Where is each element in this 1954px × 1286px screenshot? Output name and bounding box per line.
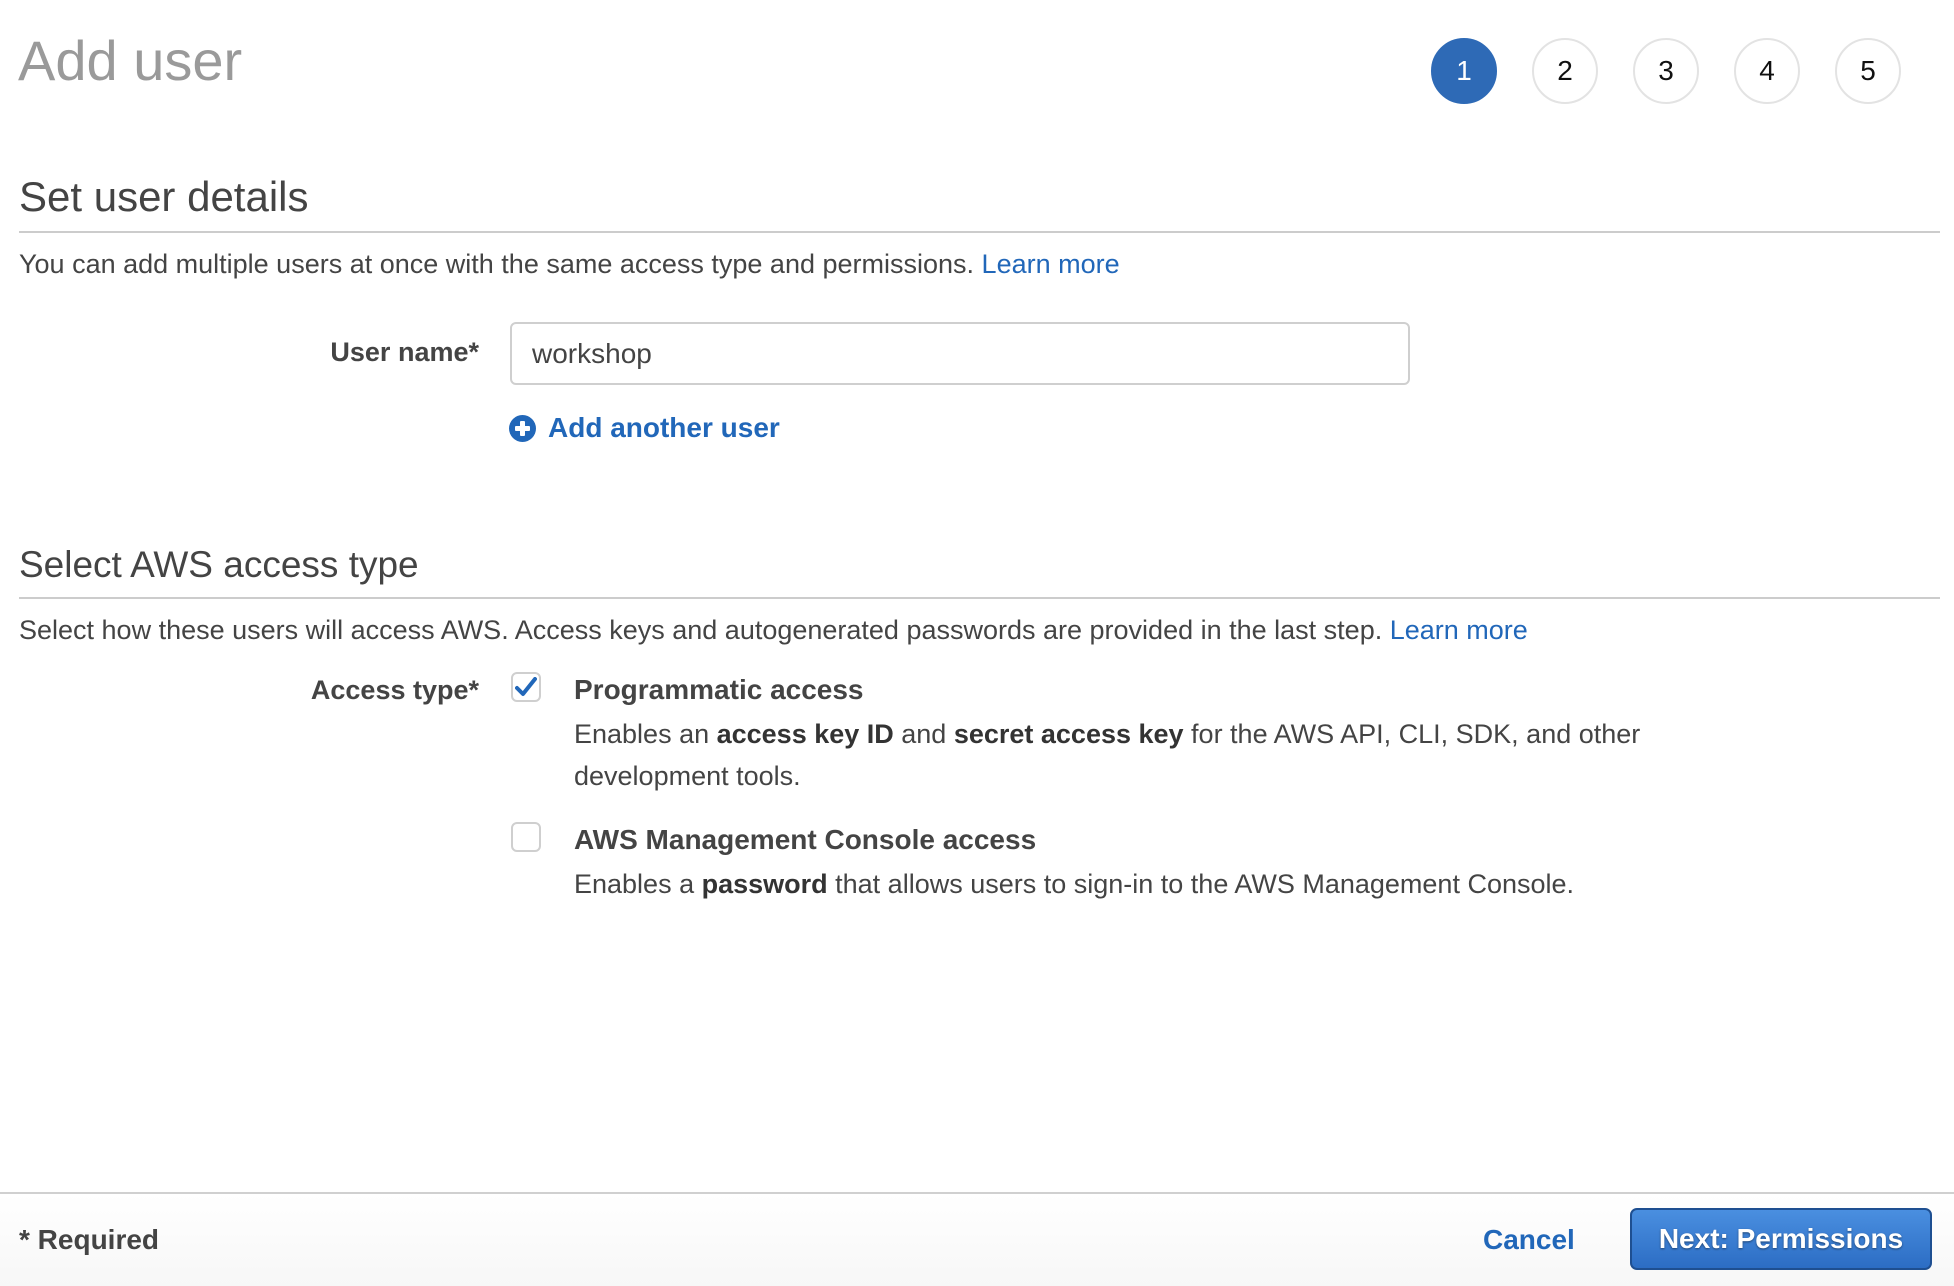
user-name-input[interactable] bbox=[510, 322, 1410, 385]
add-another-user-link[interactable]: Add another user bbox=[509, 412, 780, 444]
step-2[interactable]: 2 bbox=[1532, 38, 1598, 104]
section-title-access-type: Select AWS access type bbox=[19, 544, 419, 585]
section-divider bbox=[19, 597, 1940, 599]
checkmark-icon bbox=[515, 677, 537, 696]
access-type-description: Select how these users will access AWS. … bbox=[19, 613, 1528, 647]
step-1[interactable]: 1 bbox=[1431, 38, 1497, 104]
step-3[interactable]: 3 bbox=[1633, 38, 1699, 104]
plus-circle-icon bbox=[509, 414, 536, 442]
desc-text: Enables a bbox=[574, 869, 702, 899]
cancel-button[interactable]: Cancel bbox=[1483, 1223, 1575, 1257]
programmatic-access-label: Programmatic access bbox=[574, 674, 864, 705]
learn-more-link[interactable]: Learn more bbox=[1390, 615, 1528, 645]
desc-text: Enables an bbox=[574, 719, 717, 749]
wizard-steps: 1 2 3 4 5 bbox=[1431, 38, 1901, 104]
desc-text: that allows users to sign-in to the AWS … bbox=[827, 869, 1575, 899]
access-type-description-text: Select how these users will access AWS. … bbox=[19, 615, 1383, 645]
learn-more-link[interactable]: Learn more bbox=[982, 249, 1120, 279]
desc-bold: password bbox=[701, 869, 828, 899]
programmatic-access-checkbox[interactable] bbox=[511, 672, 541, 702]
step-5[interactable]: 5 bbox=[1835, 38, 1901, 104]
programmatic-access-description: Enables an access key ID and secret acce… bbox=[574, 713, 1654, 797]
add-another-user-label: Add another user bbox=[548, 412, 780, 443]
desc-text: and bbox=[893, 719, 954, 749]
console-access-description: Enables a password that allows users to … bbox=[574, 863, 1654, 905]
required-note: * Required bbox=[19, 1224, 160, 1255]
desc-bold: secret access key bbox=[953, 719, 1184, 749]
step-4[interactable]: 4 bbox=[1734, 38, 1800, 104]
access-type-label: Access type* bbox=[310, 675, 479, 705]
section-title-user-details: Set user details bbox=[19, 173, 309, 220]
user-details-description-text: You can add multiple users at once with … bbox=[19, 249, 975, 279]
desc-bold: access key ID bbox=[716, 719, 894, 749]
user-name-label: User name* bbox=[330, 337, 479, 367]
next-permissions-button[interactable]: Next: Permissions bbox=[1630, 1208, 1932, 1270]
console-access-label: AWS Management Console access bbox=[574, 824, 1037, 855]
console-access-checkbox[interactable] bbox=[511, 822, 541, 852]
section-divider bbox=[19, 231, 1940, 233]
user-details-description: You can add multiple users at once with … bbox=[19, 247, 1120, 281]
page-title: Add user bbox=[18, 29, 243, 92]
